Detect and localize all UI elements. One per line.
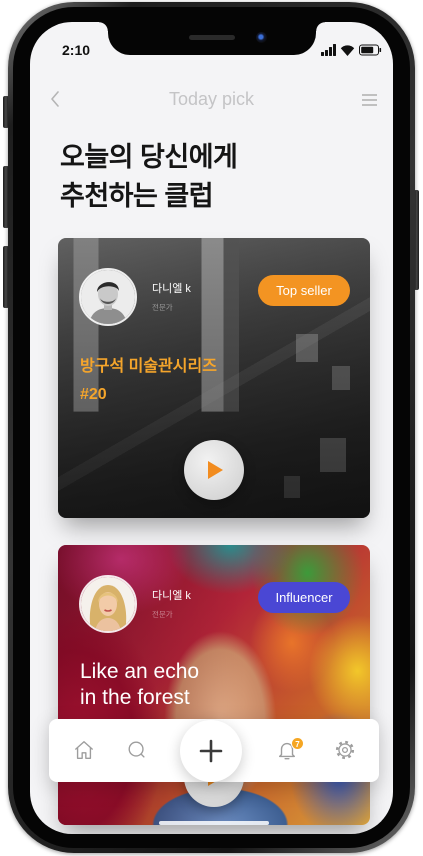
signal-bar: [333, 44, 336, 56]
page-title: Today pick: [168, 89, 255, 109]
author-name: 다니엘 k: [152, 283, 191, 295]
tab-search[interactable]: [126, 739, 148, 761]
phone-screen: 2:10 Today pick 오늘의 당신에게 추천하는 클럽 다니엘 k 전…: [30, 22, 393, 834]
club-card[interactable]: 다니엘 k 전문가 Top seller 방구석 미술관시리즈 #20: [58, 238, 370, 518]
author-role: 전문가: [152, 610, 173, 619]
signal-bar: [321, 52, 324, 56]
author-role: 전문가: [152, 303, 173, 312]
card-title-line-1: 방구석 미술관시리즈: [80, 358, 217, 375]
notch: [99, 22, 325, 55]
wifi-icon: [340, 45, 355, 56]
gear-ring: [338, 743, 352, 757]
wifi-shape: [340, 45, 355, 56]
plus-stroke: [199, 739, 223, 763]
author-name: 다니엘 k: [152, 590, 191, 602]
hamburger-menu-icon: [362, 94, 377, 106]
tab-home[interactable]: [73, 739, 95, 761]
menu-button[interactable]: [362, 93, 377, 106]
card-title-line-2: in the forest: [80, 686, 190, 709]
tab-settings[interactable]: [334, 739, 356, 761]
card-title-line-1: Like an echo: [80, 660, 200, 683]
card-title: Like an echo in the forest: [80, 659, 199, 711]
search-icon: [128, 741, 145, 758]
club-card[interactable]: 다니엘 k 전문가 Influencer Like an echo in the…: [58, 545, 370, 825]
add-button[interactable]: [180, 720, 242, 782]
battery-icon: [359, 44, 382, 56]
gear-icon: [335, 740, 355, 760]
play-icon: [208, 461, 223, 479]
status-time: 2:10: [62, 42, 91, 58]
signal-icon: [321, 44, 336, 56]
top-seller-badge: Top seller: [258, 275, 350, 306]
home-indicator[interactable]: [159, 821, 269, 825]
avatar-portrait: [81, 577, 135, 631]
speaker-grille: [189, 35, 235, 40]
front-camera: [256, 32, 267, 43]
search-handle: [140, 753, 145, 758]
section-heading: 오늘의 당신에게 추천하는 클럽: [60, 138, 238, 216]
avatar-portrait: [81, 270, 135, 324]
bottom-tab-bar: 7: [49, 719, 379, 782]
status-icons: [321, 44, 382, 56]
avatar[interactable]: [79, 268, 137, 326]
card-title: 방구석 미술관시리즈 #20: [80, 353, 217, 409]
card-title-line-2: #20: [80, 386, 107, 403]
battery-nub: [379, 48, 382, 52]
menu-lines: [362, 94, 377, 106]
heading-line-1: 오늘의 당신에게: [60, 142, 238, 172]
play-button[interactable]: [184, 440, 244, 500]
notification-badge: 7: [291, 737, 304, 750]
influencer-badge: Influencer: [258, 582, 350, 613]
signal-bar: [325, 50, 328, 56]
home-icon: [75, 741, 93, 759]
battery-level: [361, 46, 374, 54]
home-outline: [75, 741, 93, 759]
avatar[interactable]: [79, 575, 137, 633]
signal-bar: [329, 47, 332, 56]
heading-line-2: 추천하는 클럽: [60, 181, 214, 211]
plus-icon: [199, 739, 223, 763]
